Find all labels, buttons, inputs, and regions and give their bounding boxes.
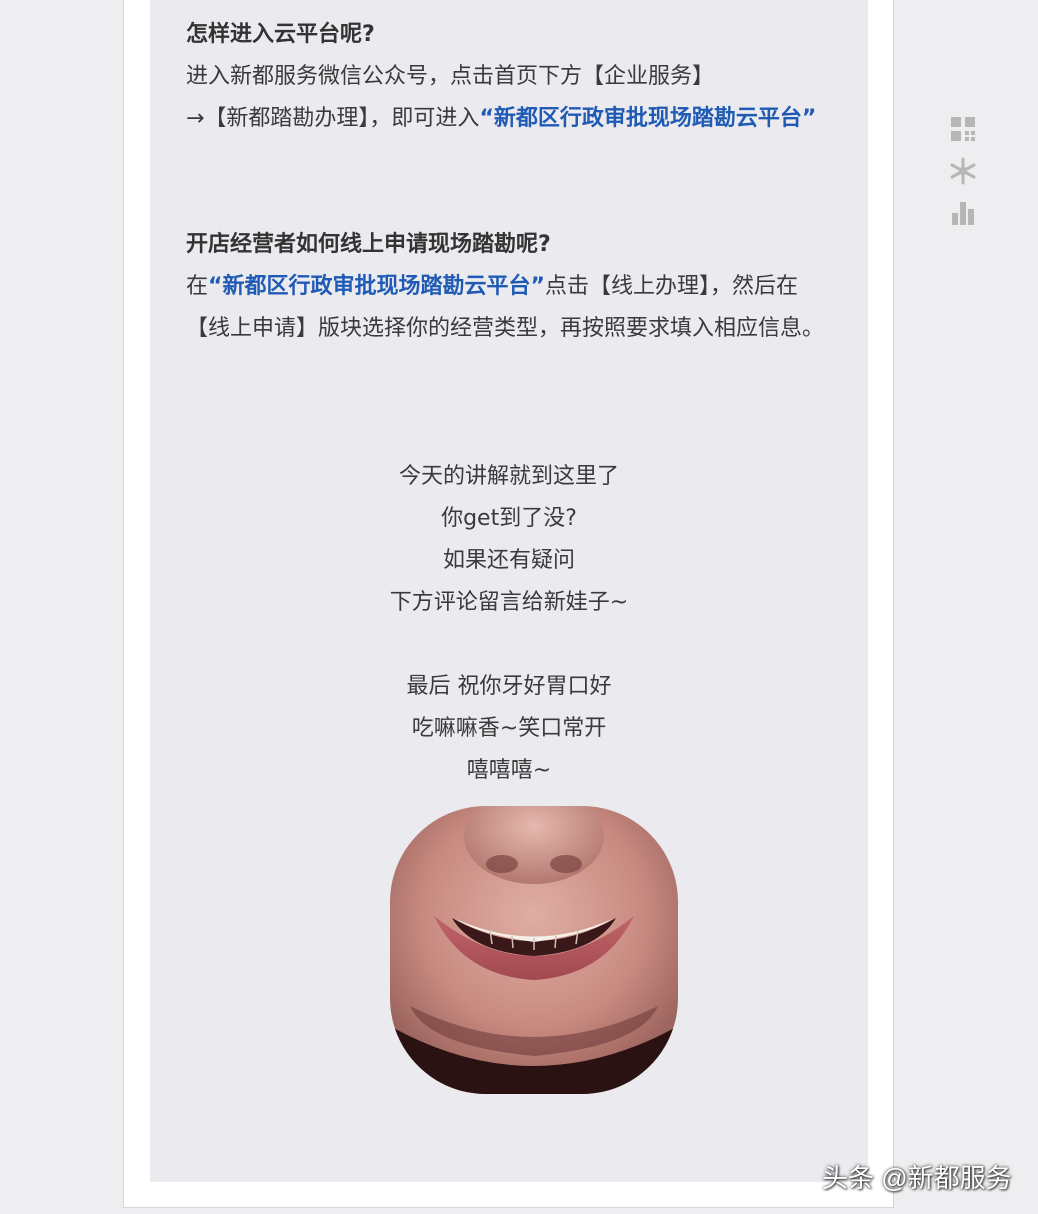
closing-wishes: 最后 祝你牙好胃口好 吃嘛嘛香~笑口常开 嘻嘻嘻~ (150, 666, 868, 792)
paragraph-text: →【新都踏勘办理】，即可进入 (186, 106, 480, 131)
closing-line: 最后 祝你牙好胃口好 (406, 674, 612, 699)
smiling-mouth-image (390, 806, 678, 1094)
platform-link[interactable]: “新都区行政审批现场踏勘云平台” (208, 274, 545, 299)
source-watermark: 头条 @新都服务 (822, 1163, 1012, 1193)
closing-line: 你get到了没? (441, 506, 577, 531)
closing-message: 今天的讲解就到这里了 你get到了没? 如果还有疑问 下方评论留言给新娃子~ (150, 456, 868, 624)
section-how-to-enter: 怎样进入云平台呢? 进入新都服务微信公众号，点击首页下方【企业服务】 →【新都踏… (186, 14, 826, 140)
platform-link[interactable]: “新都区行政审批现场踏勘云平台” (479, 106, 816, 131)
paragraph-line: →【新都踏勘办理】，即可进入“新都区行政审批现场踏勘云平台” (186, 98, 826, 140)
paragraph: 在“新都区行政审批现场踏勘云平台”点击【线上办理】，然后在【线上申请】版块选择你… (186, 266, 826, 350)
closing-line: 今天的讲解就到这里了 (398, 464, 619, 489)
closing-line: 如果还有疑问 (442, 548, 575, 573)
closing-line: 吃嘛嘛香~笑口常开 (411, 716, 607, 741)
side-toolbar (946, 112, 980, 238)
grid-icon[interactable] (946, 112, 980, 146)
section-online-apply: 开店经营者如何线上申请现场踏勘呢? 在“新都区行政审批现场踏勘云平台”点击【线上… (186, 224, 826, 350)
section-heading: 怎样进入云平台呢? (186, 22, 375, 47)
section-heading: 开店经营者如何线上申请现场踏勘呢? (186, 232, 551, 257)
bar-chart-icon[interactable] (946, 196, 980, 230)
paragraph-text: 在 (186, 274, 209, 299)
article-body: 怎样进入云平台呢? 进入新都服务微信公众号，点击首页下方【企业服务】 →【新都踏… (150, 0, 868, 1182)
snowflake-icon[interactable] (946, 154, 980, 188)
closing-line: 下方评论留言给新娃子~ (389, 590, 629, 615)
closing-line: 嘻嘻嘻~ (466, 758, 552, 783)
paragraph-line: 进入新都服务微信公众号，点击首页下方【企业服务】 (186, 64, 715, 89)
page-frame: 怎样进入云平台呢? 进入新都服务微信公众号，点击首页下方【企业服务】 →【新都踏… (123, 0, 894, 1208)
